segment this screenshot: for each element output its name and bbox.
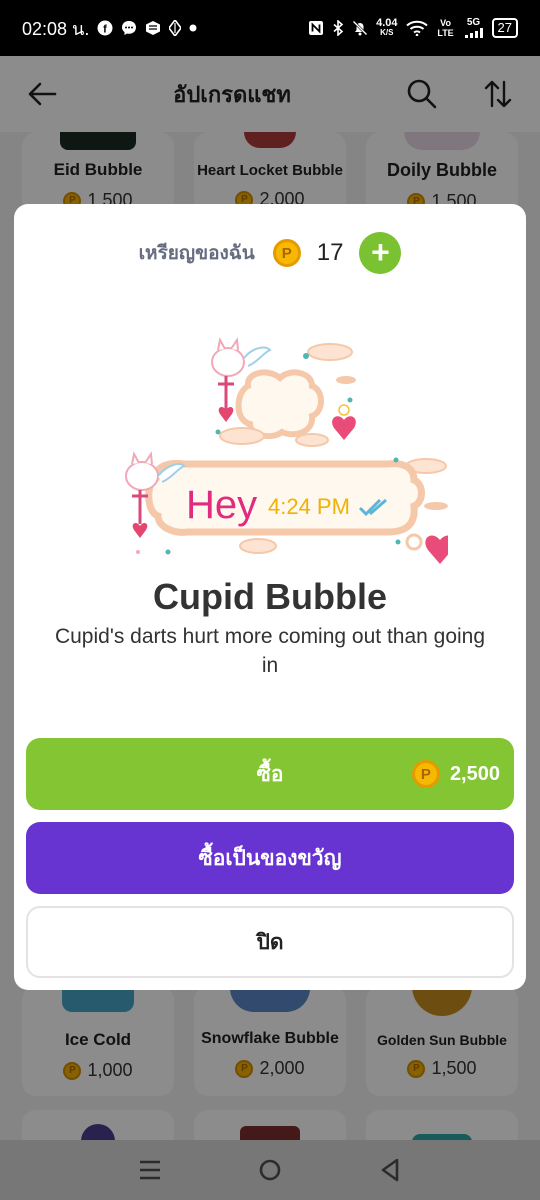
- status-time: 02:08 น.: [22, 18, 90, 39]
- nfc-icon: [308, 20, 324, 36]
- volte-indicator: Vo LTE: [437, 18, 454, 38]
- signal-icon: [464, 28, 483, 38]
- back-icon: [381, 1158, 399, 1182]
- home-icon: [259, 1159, 281, 1181]
- menu-icon: [140, 1160, 160, 1180]
- preview-message-text: Hey: [186, 483, 257, 527]
- mute-icon: [352, 20, 368, 36]
- balance-label: เหรียญของฉัน: [138, 243, 255, 264]
- messenger-icon: [121, 20, 137, 36]
- buy-as-gift-button[interactable]: ซื้อเป็นของขวัญ: [26, 822, 514, 894]
- svg-text:f: f: [104, 24, 108, 36]
- bluetooth-icon: [332, 20, 344, 36]
- net-speed: 4.04 K/S: [376, 17, 398, 38]
- item-title: Cupid Bubble: [153, 576, 387, 617]
- network-type: 5G: [466, 17, 481, 28]
- cupid-bubble-preview-image: Hey 4:24 PM: [125, 337, 455, 564]
- coin-icon: P: [272, 239, 301, 267]
- facebook-icon: f: [97, 20, 113, 36]
- home-button[interactable]: [250, 1150, 290, 1190]
- system-nav-bar: [0, 1140, 540, 1200]
- close-button[interactable]: ปิด: [26, 906, 514, 978]
- add-coins-button[interactable]: +: [359, 232, 402, 274]
- buy-price-value: 2,500: [449, 762, 500, 785]
- item-description: Cupid's darts hurt more coming out than …: [54, 625, 486, 677]
- buy-button-label: ซื้อ: [256, 762, 284, 786]
- coin-icon: P: [411, 760, 440, 788]
- dot-icon: [189, 24, 197, 32]
- bubble-preview: Hey 4:24 PM: [98, 336, 455, 576]
- vpn-icon: [169, 20, 182, 36]
- system-back-button[interactable]: [370, 1150, 410, 1190]
- wifi-icon: [405, 20, 428, 36]
- purchase-dialog: เหรียญของฉัน P 17 + Hey 4:24 PM Cupid Bu…: [14, 204, 526, 990]
- buy-button[interactable]: ซื้อ P 2,500: [26, 738, 514, 810]
- app-icon: [145, 20, 161, 36]
- signal-indicator: 5G: [464, 18, 484, 38]
- preview-message-time: 4:24 PM: [268, 494, 350, 519]
- battery-indicator: 27: [491, 18, 518, 38]
- buy-price: P 2,500: [411, 738, 500, 810]
- status-bar: 02:08 น. f 4.04 K/S Vo LTE 5G 27: [0, 0, 540, 56]
- coin-balance: เหรียญของฉัน P 17 +: [14, 232, 526, 274]
- balance-value: 17: [316, 239, 344, 266]
- menu-button[interactable]: [130, 1150, 170, 1190]
